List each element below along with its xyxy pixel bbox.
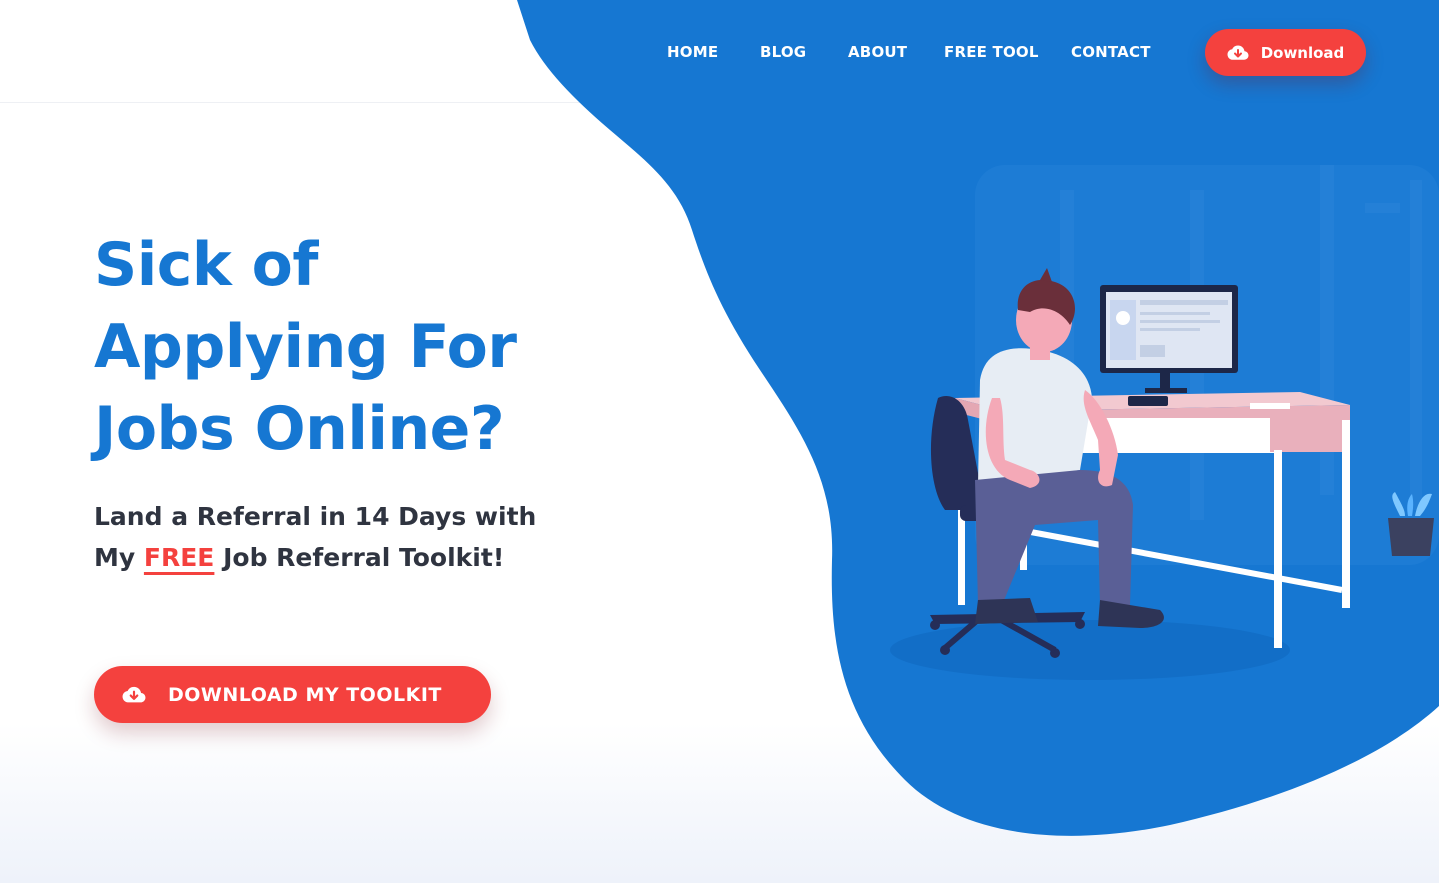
main-navigation: HOME BLOG ABOUT FREE TOOL CONTACT Downlo… (0, 0, 1439, 104)
nav-item-home[interactable]: HOME (667, 43, 718, 61)
headline-line-2: Applying For (94, 312, 517, 382)
nav-item-about[interactable]: ABOUT (848, 43, 907, 61)
download-toolkit-button[interactable]: DOWNLOAD MY TOOLKIT (94, 666, 491, 723)
nav-item-free-tool[interactable]: FREE TOOL (944, 43, 1039, 61)
cloud-download-icon (122, 686, 146, 702)
header-download-button[interactable]: Download (1205, 29, 1366, 76)
subheadline-suffix: Job Referral Toolkit! (223, 543, 505, 572)
subheadline-line-1: Land a Referral in 14 Days with (94, 502, 537, 531)
subheadline-prefix: My (94, 543, 136, 572)
cloud-download-icon (1227, 45, 1249, 60)
hero-headline: Sick of Applying For Jobs Online? (94, 224, 614, 470)
hero-subheadline: Land a Referral in 14 Days with My FREE … (94, 496, 574, 578)
potted-plant (1388, 492, 1434, 556)
headline-line-3: Jobs Online? (94, 394, 505, 464)
download-toolkit-label: DOWNLOAD MY TOOLKIT (168, 683, 442, 706)
nav-item-blog[interactable]: BLOG (760, 43, 806, 61)
header-download-label: Download (1260, 43, 1345, 62)
headline-line-1: Sick of (94, 230, 318, 300)
nav-item-contact[interactable]: CONTACT (1071, 43, 1151, 61)
free-highlight: FREE (143, 543, 215, 572)
